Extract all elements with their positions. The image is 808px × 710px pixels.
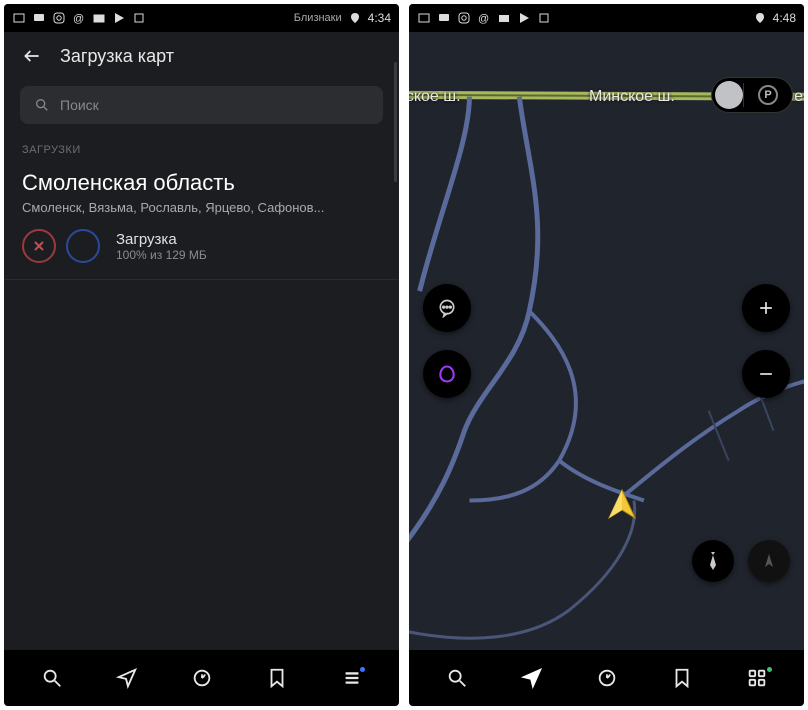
status-bar-left: @ Близнаки 4:34 [4,4,399,32]
page-title: Загрузка карт [60,46,174,67]
instagram-icon [457,11,471,25]
map-canvas[interactable]: нское ш. Минское ш. Минское ш. P [409,32,804,650]
nav-navigate-button[interactable] [511,657,553,699]
search-placeholder: Поиск [60,97,99,113]
square-icon [537,11,551,25]
road-label: нское ш. [409,88,461,106]
nav-bookmarks-button[interactable] [256,657,298,699]
at-icon: @ [477,11,491,25]
mail-icon [92,11,106,25]
nav-apps-button[interactable] [736,657,778,699]
map-roads [409,32,804,650]
status-time: 4:34 [368,11,391,25]
cancel-download-button[interactable] [22,229,56,263]
compass-button[interactable] [748,540,790,582]
location-pin-icon [753,11,767,25]
toggle-knob [715,81,743,109]
chat-button[interactable] [423,284,471,332]
compass-arrow-icon [761,553,777,569]
close-icon [34,241,44,251]
alice-icon [437,364,457,384]
zoom-in-button[interactable] [742,284,790,332]
mail-icon [497,11,511,25]
location-pin-icon [348,11,362,25]
nav-search-button[interactable] [31,657,73,699]
status-bar-right: @ 4:48 [409,4,804,32]
download-status-label: Загрузка [116,231,207,248]
tie-icon [706,552,720,570]
bottom-nav-right [409,650,804,706]
chat-icon [437,11,451,25]
phone-left-downloads: @ Близнаки 4:34 Загрузка карт Поиск [4,4,399,706]
download-item[interactable]: Смоленская область Смоленск, Вязьма, Рос… [4,164,399,280]
profile-button[interactable] [692,540,734,582]
back-button[interactable] [20,44,44,68]
plus-icon [756,298,776,318]
nav-menu-button[interactable] [331,657,373,699]
nav-music-button[interactable] [181,657,223,699]
nav-navigate-button[interactable] [106,657,148,699]
zoom-out-button[interactable] [742,350,790,398]
nav-music-button[interactable] [586,657,628,699]
play-icon [112,11,126,25]
status-location-label: Близнаки [294,12,342,24]
instagram-icon [52,11,66,25]
notification-dot [767,667,772,672]
rect-icon [12,11,26,25]
search-icon [34,97,50,113]
svg-text:@: @ [73,13,84,24]
phone-right-map: @ 4:48 [409,4,804,706]
minus-icon [756,364,776,384]
dashcam-parking-toggle[interactable]: P [712,78,792,112]
voice-assistant-button[interactable] [423,350,471,398]
header: Загрузка карт [4,32,399,80]
nav-bookmarks-button[interactable] [661,657,703,699]
progress-circle[interactable] [66,229,100,263]
at-icon: @ [72,11,86,25]
road-label: Минское ш. [589,88,675,106]
rect-icon [417,11,431,25]
bottom-nav-left [4,650,399,706]
download-title: Смоленская область [22,170,381,196]
parking-button[interactable]: P [743,83,792,107]
download-subtitle: Смоленск, Вязьма, Рославль, Ярцево, Сафо… [22,200,381,215]
notification-dot [360,667,365,672]
nav-search-button[interactable] [436,657,478,699]
square-icon [132,11,146,25]
user-location-cursor [605,488,639,522]
status-time: 4:48 [773,11,796,25]
scrollbar[interactable] [394,62,397,182]
play-icon [517,11,531,25]
search-input[interactable]: Поиск [20,86,383,124]
chat-bubble-icon [437,298,457,318]
svg-text:@: @ [478,13,489,24]
download-status-detail: 100% из 129 МБ [116,248,207,262]
chat-icon [32,11,46,25]
section-label-downloads: ЗАГРУЗКИ [4,134,399,164]
